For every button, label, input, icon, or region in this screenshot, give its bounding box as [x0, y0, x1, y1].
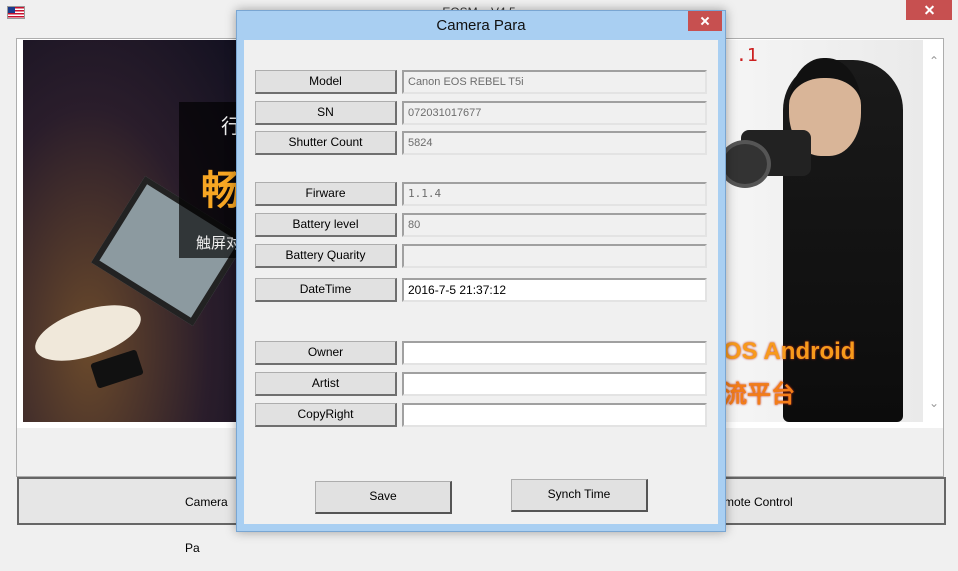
sn-label[interactable]: SN — [255, 101, 397, 125]
owner-field[interactable] — [402, 341, 707, 365]
camera-para-button[interactable]: Camera Pa — [17, 477, 247, 555]
banner-text-touch: 触屏对 — [196, 235, 242, 252]
row-battery-quality: Battery Quarity — [255, 244, 707, 268]
copyright-label[interactable]: CopyRight — [255, 403, 397, 427]
main-close-icon[interactable] — [906, 0, 952, 20]
copyright-field[interactable] — [402, 403, 707, 427]
row-owner: Owner — [255, 341, 707, 365]
banner-version-text: .1 — [736, 45, 758, 66]
camera-para-dialog: Camera Para Model Canon EOS REBEL T5i SN… — [236, 10, 726, 532]
sn-field: 072031017677 — [402, 101, 707, 125]
dialog-title: Camera Para — [436, 17, 526, 34]
battery-level-field: 80 — [402, 213, 707, 237]
banner-text-platform: 流平台 — [723, 381, 795, 408]
row-datetime: DateTime 2016-7-5 21:37:12 — [255, 278, 707, 302]
owner-label[interactable]: Owner — [255, 341, 397, 365]
datetime-field[interactable]: 2016-7-5 21:37:12 — [402, 278, 707, 302]
battery-quality-field — [402, 244, 707, 268]
banner-text-chang: 畅 — [201, 169, 241, 213]
shutter-count-field: 5824 — [402, 131, 707, 155]
row-artist: Artist — [255, 372, 707, 396]
datetime-label[interactable]: DateTime — [255, 278, 397, 302]
scroll-down-icon[interactable]: ⌄ — [926, 396, 942, 410]
row-sn: SN 072031017677 — [255, 101, 707, 125]
scroll-up-icon[interactable]: ⌃ — [926, 54, 942, 68]
row-battery-level: Battery level 80 — [255, 213, 707, 237]
model-field: Canon EOS REBEL T5i — [402, 70, 707, 94]
firmware-field: 1.1.4 — [402, 182, 707, 206]
save-button[interactable]: Save — [315, 481, 452, 514]
firmware-label[interactable]: Firware — [255, 182, 397, 206]
row-model: Model Canon EOS REBEL T5i — [255, 70, 707, 94]
remote-control-button[interactable]: mote Control — [718, 477, 946, 525]
artist-field[interactable] — [402, 372, 707, 396]
dialog-close-icon[interactable] — [688, 11, 722, 31]
row-firmware: Firware 1.1.4 — [255, 182, 707, 206]
shutter-count-label[interactable]: Shutter Count — [255, 131, 397, 155]
battery-quality-label[interactable]: Battery Quarity — [255, 244, 397, 268]
banner-text-android: OS Android — [723, 338, 856, 365]
artist-label[interactable]: Artist — [255, 372, 397, 396]
row-shutter-count: Shutter Count 5824 — [255, 131, 707, 155]
dialog-body: Model Canon EOS REBEL T5i SN 07203101767… — [244, 40, 718, 524]
row-copyright: CopyRight — [255, 403, 707, 427]
banner-camera-lens — [719, 140, 771, 188]
synch-time-button[interactable]: Synch Time — [511, 479, 648, 512]
model-label[interactable]: Model — [255, 70, 397, 94]
battery-level-label[interactable]: Battery level — [255, 213, 397, 237]
